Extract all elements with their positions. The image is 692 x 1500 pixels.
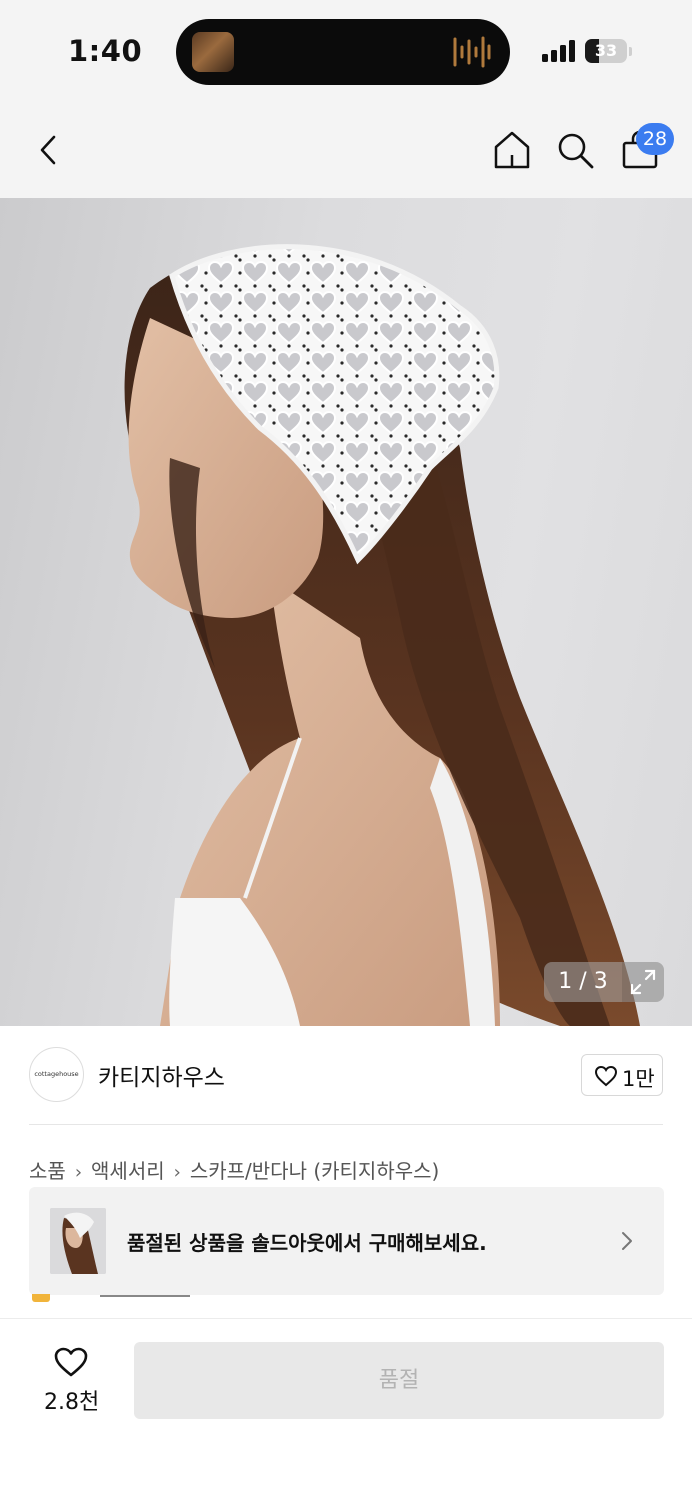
- rating-star-icon: [32, 1294, 50, 1302]
- fullscreen-button[interactable]: [622, 962, 664, 1002]
- cellular-signal-icon: [542, 40, 575, 62]
- banner-product-thumbnail: [50, 1208, 106, 1274]
- home-icon[interactable]: [492, 129, 532, 171]
- chevron-right-icon: ›: [173, 1162, 181, 1183]
- like-count: 2.8천: [44, 1390, 100, 1415]
- brand-favorite-count: 1만: [622, 1067, 655, 1091]
- product-image-gallery[interactable]: [0, 198, 692, 1026]
- heart-outline-icon: [594, 1065, 618, 1087]
- breadcrumb-item-accessories-root[interactable]: 소품: [29, 1155, 66, 1184]
- image-page-indicator: 1 / 3: [544, 962, 622, 1002]
- status-time: 1:40: [68, 34, 143, 68]
- cart-count-badge: 28: [636, 123, 674, 155]
- sold-out-button[interactable]: 품절: [134, 1342, 664, 1419]
- breadcrumb-item-accessory[interactable]: 액세서리: [91, 1155, 165, 1184]
- product-photo: [124, 244, 641, 1026]
- breadcrumb-item-scarf-bandana[interactable]: 스카프/반다나 (카티지하우스): [190, 1155, 440, 1184]
- battery-level: 33: [594, 41, 618, 60]
- expand-icon: [630, 969, 656, 995]
- soldout-marketplace-banner[interactable]: 품절된 상품을 솔드아웃에서 구매해보세요.: [29, 1187, 664, 1295]
- hidden-content-underline: [100, 1295, 190, 1297]
- dynamic-island[interactable]: [176, 19, 510, 85]
- like-heart-icon[interactable]: [53, 1346, 89, 1378]
- battery-icon: 33: [585, 39, 627, 63]
- soldout-banner-message: 품절된 상품을 솔드아웃에서 구매해보세요.: [127, 1231, 487, 1255]
- brand-logo[interactable]: cottagehouse: [29, 1047, 84, 1102]
- audio-waveform-icon: [453, 36, 491, 68]
- chevron-right-icon: ›: [74, 1162, 83, 1183]
- product-detail-page: 1:40 33 28 1 / 3 cottagehouse 카티지하우스 1만 …: [0, 0, 692, 1500]
- brand-name[interactable]: 카티지하우스: [98, 1058, 225, 1092]
- now-playing-artwork: [192, 32, 234, 72]
- back-icon[interactable]: [34, 130, 64, 170]
- status-bar: 1:40 33: [0, 0, 692, 100]
- brand-favorite-button[interactable]: 1만: [581, 1054, 663, 1096]
- battery-cap: [629, 47, 632, 56]
- search-icon[interactable]: [555, 129, 595, 171]
- top-navigation: 28: [0, 100, 692, 198]
- chevron-right-icon: [622, 1232, 632, 1250]
- section-divider: [29, 1124, 663, 1125]
- breadcrumb: 소품 › 액세서리 › 스카프/반다나 (카티지하우스): [29, 1155, 439, 1184]
